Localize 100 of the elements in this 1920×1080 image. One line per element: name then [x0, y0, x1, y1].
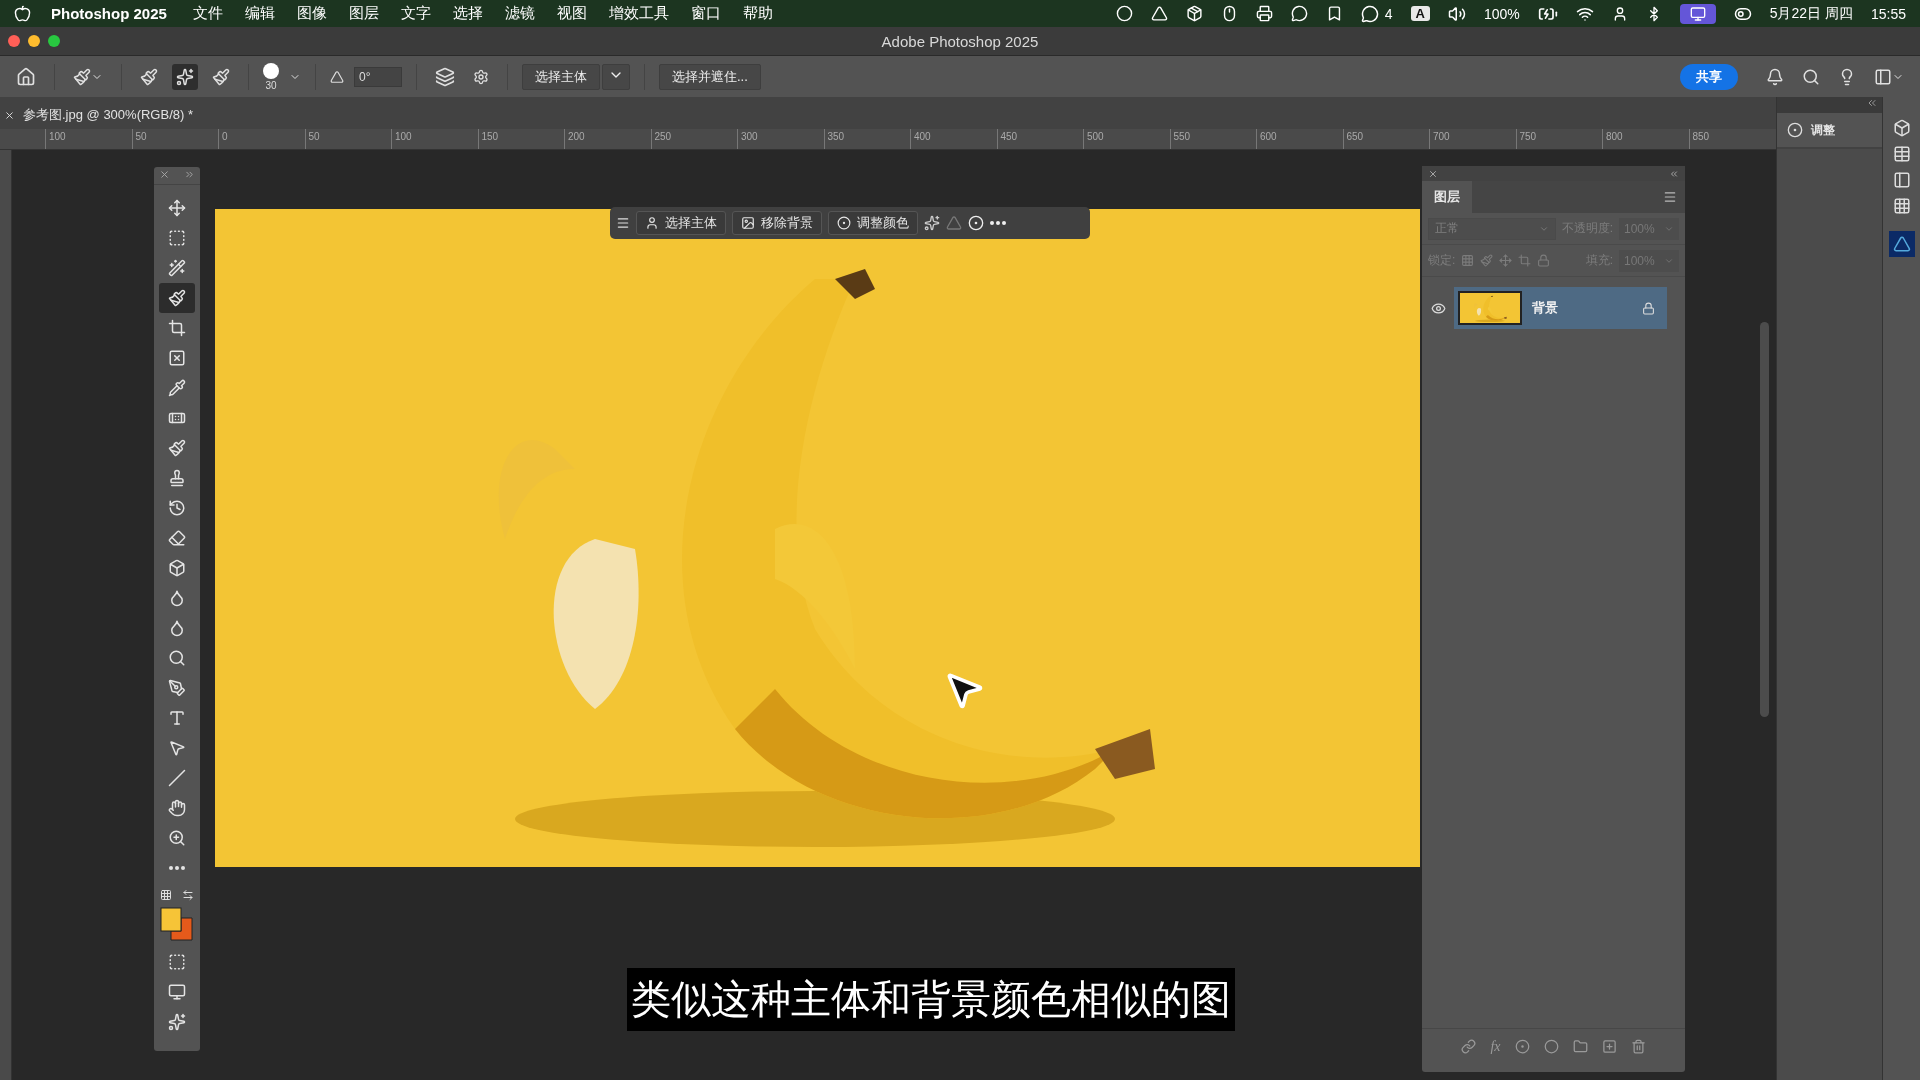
menu-item[interactable]: 文件 [192, 4, 223, 23]
wechat-icon[interactable] [1360, 4, 1379, 23]
close-icon[interactable] [4, 109, 15, 121]
chat-icon[interactable] [1290, 5, 1308, 22]
horizontal-ruler: 100 50 0 50 100 150 200 250 300 350 400 450 500 550 600 650 700 750 800 850 [0, 129, 1776, 150]
zoom-icon [168, 829, 186, 847]
menu-item[interactable]: 图层 [348, 4, 379, 23]
settings-icon [473, 68, 489, 85]
more-icon[interactable] [990, 221, 1006, 225]
swap-colors-icon[interactable] [182, 889, 194, 901]
stamp-icon [168, 469, 186, 487]
sparkle-icon[interactable] [924, 215, 940, 231]
trash-icon[interactable] [1630, 1039, 1646, 1054]
printer-icon[interactable] [1255, 5, 1273, 22]
layers-icon [435, 66, 455, 87]
menubar-time: 15:55 [1870, 5, 1906, 22]
context-button[interactable]: 选择主体 [636, 211, 726, 235]
zoom-button[interactable] [48, 35, 60, 47]
triangle-icon [1892, 235, 1911, 253]
pointer-icon [168, 739, 186, 757]
dropdown-button[interactable] [602, 63, 630, 90]
menu-icon[interactable] [1663, 190, 1677, 204]
mask-icon[interactable] [1514, 1039, 1530, 1054]
history-brush-icon [168, 499, 186, 517]
app-menu[interactable]: Photoshop 2025 [51, 5, 167, 22]
move-icon [168, 199, 186, 217]
angle-field[interactable]: 0° [354, 66, 402, 87]
battery-percent: 100% [1483, 5, 1520, 22]
eraser-icon [168, 529, 186, 547]
subtitle: 类似这种主体和背景颜色相似的图 [627, 968, 1235, 1031]
adjustments-panel-tab[interactable]: 调整 [1777, 113, 1882, 147]
menu-item[interactable]: 增效工具 [608, 4, 669, 23]
image-icon [741, 216, 755, 230]
brush-icon [73, 67, 91, 86]
folder-icon[interactable] [1572, 1039, 1588, 1054]
scrollbar[interactable] [1760, 322, 1769, 717]
collapse-icon[interactable] [1866, 97, 1878, 109]
share-button[interactable]: 共享 [1680, 63, 1738, 90]
panel-tab[interactable]: 图层 [1422, 181, 1472, 213]
sparkle-icon [168, 1013, 186, 1031]
panel-icon [1874, 67, 1892, 86]
apple-icon[interactable] [14, 5, 31, 22]
menu-item[interactable]: 图像 [296, 4, 327, 23]
table-icon[interactable] [1892, 145, 1911, 163]
grid-icon[interactable] [1892, 197, 1911, 215]
app-icon[interactable] [1888, 231, 1915, 257]
brush-icon [140, 67, 158, 86]
select-and-mask-button[interactable]: 选择并遮住... [659, 63, 761, 90]
brush-icon [212, 67, 230, 86]
context-button[interactable]: 调整颜色 [828, 211, 918, 235]
brush-icon [168, 439, 186, 457]
cube-icon[interactable] [1185, 5, 1203, 22]
monitor-icon [1689, 5, 1706, 22]
link-icon[interactable] [1461, 1039, 1477, 1054]
menu-item[interactable]: 窗口 [690, 4, 721, 23]
input-method[interactable]: A [1410, 6, 1430, 21]
close-icon[interactable] [159, 169, 170, 180]
sparkle-icon [176, 67, 194, 86]
bell-icon [1766, 67, 1784, 86]
record-icon[interactable] [1115, 5, 1133, 22]
minimize-button[interactable] [28, 35, 40, 47]
crop-icon [168, 319, 186, 337]
cube-icon[interactable] [1892, 119, 1911, 137]
frame-icon [168, 349, 186, 367]
menu-item[interactable]: 文字 [400, 4, 431, 23]
pen-icon [168, 679, 186, 697]
close-button[interactable] [8, 35, 20, 47]
layer-row[interactable]: 背景 [1454, 287, 1667, 329]
visibility-icon[interactable] [1430, 300, 1446, 316]
drag-handle-icon[interactable] [616, 216, 630, 230]
eyedropper-icon [168, 379, 186, 397]
new-layer-icon[interactable] [1601, 1039, 1617, 1054]
line-icon [168, 769, 186, 787]
hand-icon [168, 799, 186, 817]
menu-item[interactable]: 选择 [452, 4, 483, 23]
background-color-swatch[interactable] [170, 917, 193, 941]
volume-icon[interactable] [1447, 4, 1466, 23]
selection-mode-button[interactable] [172, 63, 198, 90]
menu-item[interactable]: 滤镜 [504, 4, 535, 23]
menu-item[interactable]: 编辑 [244, 4, 275, 23]
monitor-icon [168, 983, 186, 1001]
context-button[interactable]: 移除背景 [732, 211, 822, 235]
tool-button[interactable] [159, 283, 195, 313]
window-title: Adobe Photoshop 2025 [881, 32, 1039, 50]
search-icon [1802, 67, 1820, 86]
wand-icon [168, 259, 186, 277]
foreground-color-swatch[interactable] [160, 907, 182, 932]
more-icon[interactable] [169, 866, 185, 870]
mask-icon [168, 953, 186, 971]
type-icon [168, 709, 186, 727]
screen-mirror-button[interactable] [1679, 3, 1716, 24]
app-icon[interactable] [1150, 5, 1168, 22]
menu-item[interactable]: 视图 [556, 4, 587, 23]
collapse-icon[interactable] [1669, 168, 1679, 179]
menu-item[interactable]: 帮助 [742, 4, 773, 23]
select-subject-button[interactable]: 选择主体 [522, 63, 600, 90]
marquee-icon [168, 229, 186, 247]
close-icon[interactable] [1428, 168, 1438, 179]
angle-icon [330, 69, 344, 84]
drop-icon [168, 589, 186, 607]
